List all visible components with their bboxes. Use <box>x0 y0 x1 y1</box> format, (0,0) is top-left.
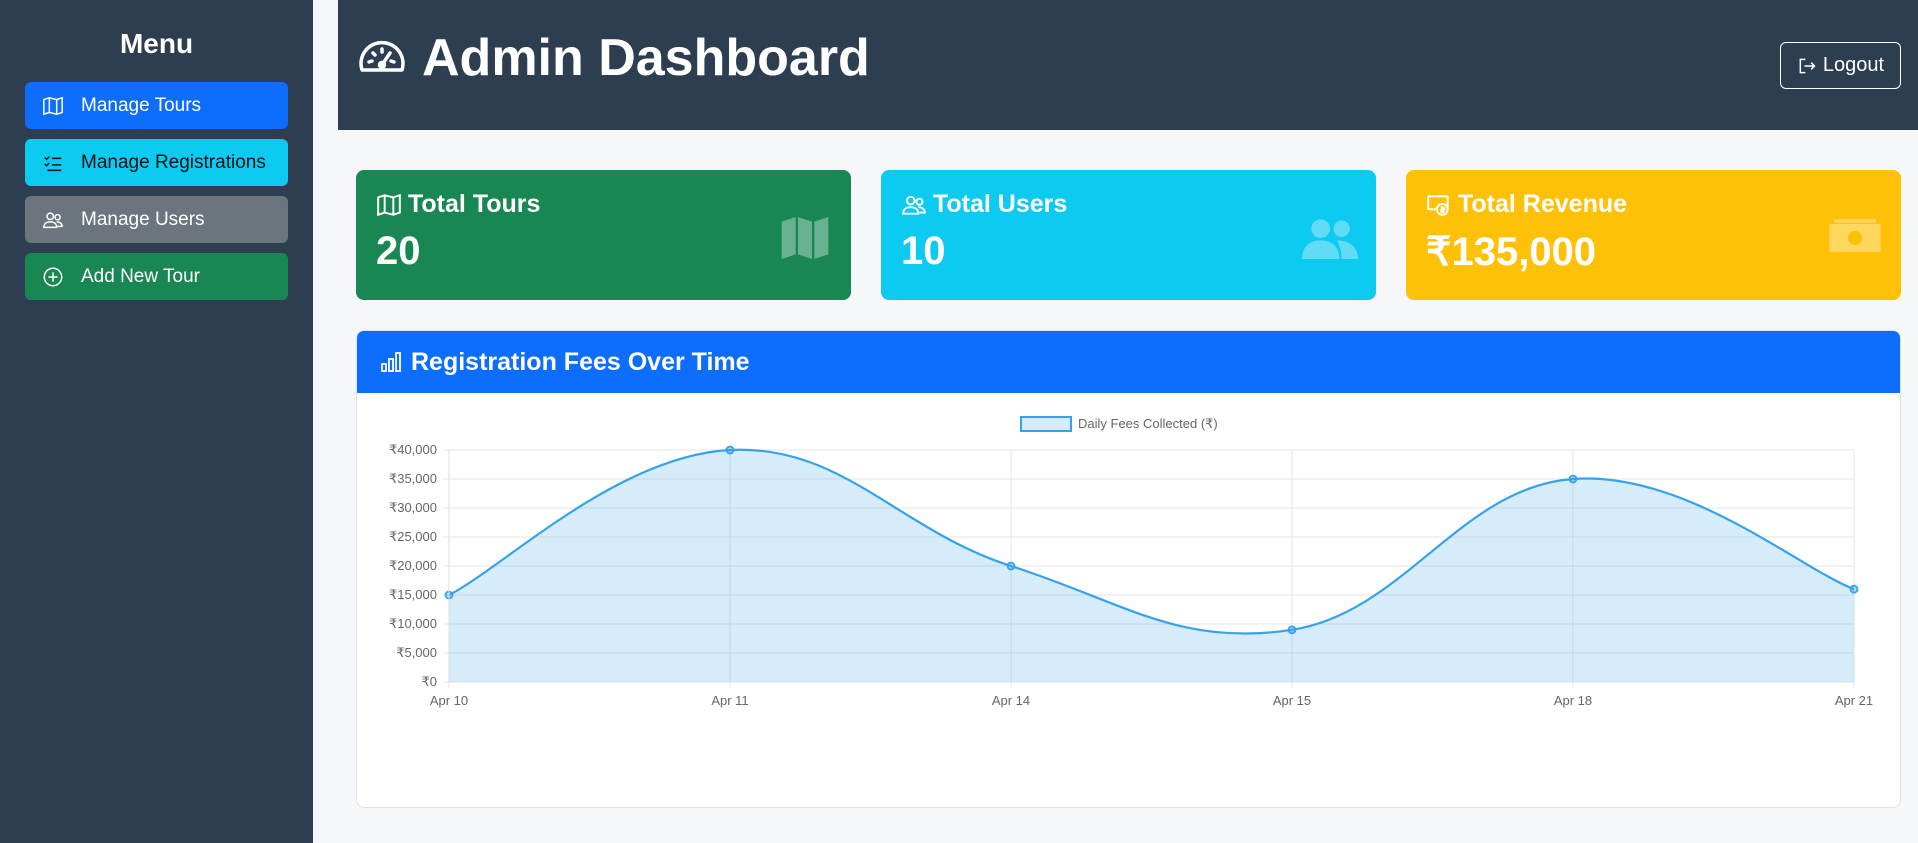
list-check-icon <box>41 151 65 175</box>
plus-circle-icon <box>41 265 65 289</box>
x-tick-label: Apr 11 <box>711 693 748 708</box>
sidebar: Menu Manage Tours Manage Registrations M… <box>0 0 313 843</box>
map-icon <box>41 94 65 118</box>
cash-icon <box>1427 194 1449 216</box>
speedometer-icon <box>359 40 405 72</box>
map-icon <box>377 193 401 216</box>
sidebar-item-label: Manage Tours <box>81 94 202 116</box>
stat-value: ₹135,000 <box>1426 230 1597 274</box>
stat-label-text: Total Users <box>933 190 1068 218</box>
stat-value: 10 <box>901 229 946 273</box>
y-tick-label: ₹10,000 <box>389 616 437 631</box>
x-tick-label: Apr 10 <box>430 693 468 708</box>
sidebar-item-add-new-tour[interactable]: Add New Tour <box>25 253 288 300</box>
fees-area-chart: ₹0 ₹5,000 ₹10,000 ₹15,000 ₹20,000 ₹25,000 ₹30,… <box>389 416 1873 708</box>
data-point <box>1568 474 1578 484</box>
sidebar-item-label: Add New Tour <box>81 265 200 287</box>
y-tick-label: ₹15,000 <box>389 587 437 602</box>
data-point <box>1006 561 1016 571</box>
people-icon <box>902 195 926 215</box>
y-tick-label: ₹5,000 <box>396 645 437 660</box>
sidebar-item-manage-registrations[interactable]: Manage Registrations <box>25 139 288 186</box>
sidebar-item-manage-tours[interactable]: Manage Tours <box>25 82 288 129</box>
registration-fees-chart-panel: Registration Fees Over Time ₹0 ₹5,000 ₹10,… <box>356 330 1901 808</box>
data-point <box>1287 625 1297 635</box>
stat-label-text: Total Tours <box>408 190 541 218</box>
legend-swatch <box>1020 416 1072 432</box>
map-icon <box>781 217 829 259</box>
stat-label: Total Users <box>901 190 1356 219</box>
data-point <box>1849 584 1859 594</box>
chart-panel-header: Registration Fees Over Time <box>357 331 1900 393</box>
stat-label: Total Tours <box>376 190 831 219</box>
page-title-text: Admin Dashboard <box>422 29 870 87</box>
y-tick-label: ₹35,000 <box>389 471 437 486</box>
x-tick-label: Apr 21 <box>1835 693 1873 708</box>
y-tick-label: ₹25,000 <box>389 529 437 544</box>
top-header: Admin Dashboard Logout <box>338 0 1918 130</box>
y-tick-label: ₹40,000 <box>389 442 437 457</box>
sidebar-item-label: Manage Users <box>81 208 205 230</box>
logout-icon <box>1799 58 1816 73</box>
page-title: Admin Dashboard <box>356 28 870 88</box>
stat-value: 20 <box>376 229 421 273</box>
stat-card-total-users: Total Users 10 <box>881 170 1376 300</box>
x-tick-label: Apr 15 <box>1273 693 1311 708</box>
sidebar-item-label: Manage Registrations <box>81 151 266 173</box>
x-tick-label: Apr 14 <box>992 693 1030 708</box>
logout-button[interactable]: Logout <box>1780 42 1901 89</box>
x-tick-label: Apr 18 <box>1554 693 1592 708</box>
bar-chart-icon <box>381 352 401 372</box>
logout-label: Logout <box>1822 54 1885 76</box>
people-icon <box>1302 219 1358 259</box>
data-point <box>725 445 735 455</box>
chart-panel-title: Registration Fees Over Time <box>411 347 750 376</box>
cash-icon <box>1829 219 1881 252</box>
stat-card-total-tours: Total Tours 20 <box>356 170 851 300</box>
y-tick-label: ₹20,000 <box>389 558 437 573</box>
sidebar-item-manage-users[interactable]: Manage Users <box>25 196 288 243</box>
people-icon <box>41 208 65 232</box>
y-tick-label: ₹0 <box>421 674 437 689</box>
sidebar-title: Menu <box>119 28 194 59</box>
stat-label-text: Total Revenue <box>1458 190 1628 218</box>
stat-card-total-revenue: Total Revenue ₹135,000 <box>1406 170 1901 300</box>
legend-label: Daily Fees Collected (₹) <box>1078 416 1218 431</box>
y-tick-label: ₹30,000 <box>389 500 437 515</box>
stat-label: Total Revenue <box>1426 190 1881 219</box>
